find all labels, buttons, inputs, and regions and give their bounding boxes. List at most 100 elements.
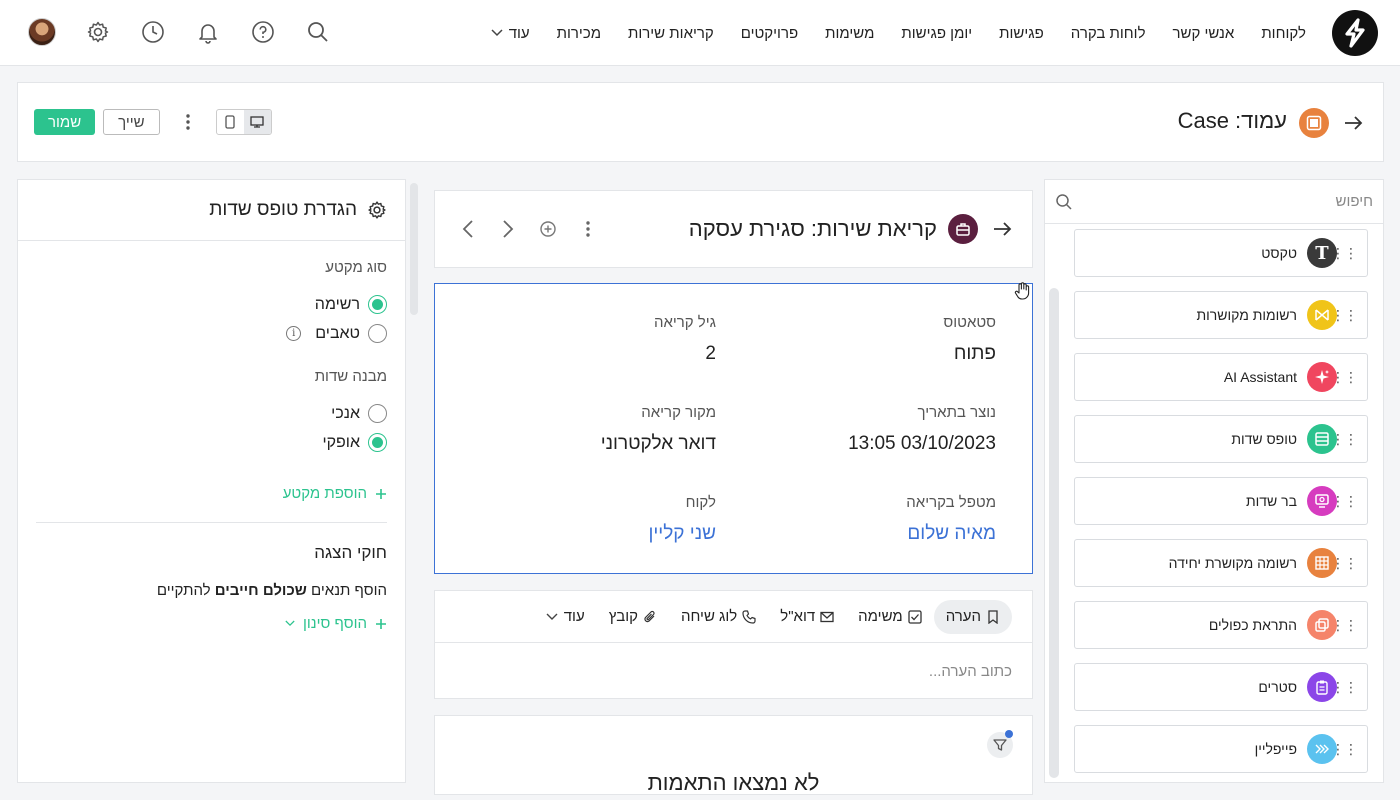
nav-item-calendar[interactable]: יומן פגישות: [901, 25, 972, 42]
drag-handle-icon[interactable]: ⋮⋮: [1331, 742, 1358, 756]
field-assignee: מטפל בקריאה מאיה שלום: [718, 494, 996, 584]
empty-state-text: לא נמצאו התאמות: [647, 770, 820, 795]
rules-desc-bold: שכולם חייבים: [214, 582, 307, 599]
nav-item-projects[interactable]: פרויקטים: [741, 25, 798, 42]
nav-item-tasks[interactable]: משימות: [825, 25, 874, 42]
help-icon[interactable]: [250, 19, 276, 45]
tab-task[interactable]: משימה: [846, 600, 934, 634]
drag-handle-icon[interactable]: ⋮⋮: [1331, 494, 1358, 508]
page-actions: שמור שייך: [34, 109, 272, 135]
canvas-scrollbar[interactable]: [406, 179, 420, 783]
radio-label: רשימה: [314, 295, 360, 313]
drag-handle-icon[interactable]: ⋮⋮: [1331, 432, 1358, 446]
tab-label: לוג שיחה: [680, 608, 738, 625]
assign-button[interactable]: שייך: [103, 109, 160, 135]
mobile-view-icon[interactable]: [217, 110, 244, 134]
save-button[interactable]: שמור: [34, 109, 96, 135]
tab-email[interactable]: דוא"ל: [768, 600, 846, 634]
nav-item-dashboards[interactable]: לוחות בקרה: [1071, 25, 1146, 42]
component-label: טופס שדות: [1231, 431, 1297, 447]
component-pipeline[interactable]: ⋮⋮ פייפליין: [1074, 725, 1368, 773]
gear-icon[interactable]: [85, 19, 111, 45]
chevron-left-icon[interactable]: [457, 217, 479, 241]
field-value[interactable]: 2: [438, 343, 716, 365]
nav-item-customers[interactable]: לקוחות: [1261, 25, 1306, 42]
component-label: סטרים: [1258, 679, 1297, 695]
settings-title: הגדרת טופס שדות: [209, 199, 357, 220]
fields-form-widget[interactable]: סטאטוס פתוח נוצר בתאריך 03/10/2023 13:05…: [434, 283, 1033, 574]
more-options-icon[interactable]: [178, 109, 198, 135]
drag-handle-icon[interactable]: ⋮⋮: [1331, 246, 1358, 260]
nav-item-meetings[interactable]: פגישות: [999, 25, 1044, 42]
component-label: התראת כפולים: [1208, 617, 1297, 633]
note-input[interactable]: כתוב הערה...: [435, 643, 1032, 699]
add-circle-icon[interactable]: [537, 217, 559, 241]
radio-button-selected[interactable]: [368, 295, 387, 314]
back-arrow-icon[interactable]: [990, 217, 1014, 241]
field-value[interactable]: דואר אלקטרוני: [438, 433, 716, 455]
radio-button-selected[interactable]: [368, 433, 387, 452]
add-filter-link[interactable]: הוסף סינון: [36, 615, 387, 632]
component-fields-bar[interactable]: ⋮⋮ בר שדות: [1074, 477, 1368, 525]
components-scrollbar[interactable]: [1049, 232, 1059, 780]
tab-note[interactable]: הערה: [933, 599, 1012, 634]
field-value-link[interactable]: מאיה שלום: [718, 523, 996, 545]
nav-item-sales[interactable]: מכירות: [557, 25, 601, 42]
component-fields-form[interactable]: ⋮⋮ טופס שדות: [1074, 415, 1368, 463]
text-icon: T: [1307, 238, 1337, 268]
bell-icon[interactable]: [195, 19, 221, 45]
filter-icon[interactable]: [987, 730, 1013, 758]
drag-handle-icon[interactable]: ⋮⋮: [1331, 618, 1358, 632]
tab-label: עוד: [563, 608, 585, 625]
more-options-icon[interactable]: [577, 217, 599, 241]
drag-handle-icon[interactable]: ⋮⋮: [1331, 308, 1358, 322]
envelope-icon: [820, 610, 834, 624]
settings-header: הגדרת טופס שדות: [18, 180, 405, 241]
clock-icon[interactable]: [140, 19, 166, 45]
component-stream[interactable]: ⋮⋮ סטרים: [1074, 663, 1368, 711]
rules-desc-suffix: להתקיים: [156, 582, 211, 599]
add-section-link[interactable]: הוספת מקטע: [36, 485, 387, 502]
drag-handle-icon[interactable]: ⋮⋮: [1331, 556, 1358, 570]
filter-active-dot: [1005, 730, 1013, 738]
component-text[interactable]: ⋮⋮ T טקסט: [1074, 229, 1368, 277]
nav-item-contacts[interactable]: אנשי קשר: [1173, 25, 1235, 42]
chevron-right-icon[interactable]: [497, 217, 519, 241]
app-logo[interactable]: [1332, 10, 1378, 56]
component-single-linked-record[interactable]: ⋮⋮ רשומה מקושרת יחידה: [1074, 539, 1368, 587]
radio-button[interactable]: [368, 324, 387, 343]
radio-vertical[interactable]: אנכי: [36, 399, 387, 428]
component-duplicate-alert[interactable]: ⋮⋮ התראת כפולים: [1074, 601, 1368, 649]
field-value[interactable]: פתוח: [718, 343, 996, 365]
nav-item-service-calls[interactable]: קריאות שירות: [628, 25, 714, 42]
component-linked-records[interactable]: ⋮⋮ רשומות מקושרות: [1074, 291, 1368, 339]
record-header: קריאת שירות: סגירת עסקה: [434, 190, 1033, 268]
radio-list[interactable]: רשימה: [36, 290, 387, 319]
gear-icon: [368, 201, 386, 219]
tab-more[interactable]: עוד: [533, 600, 597, 634]
field-value[interactable]: 03/10/2023 13:05: [718, 433, 996, 455]
radio-tabs[interactable]: טאבים i: [36, 319, 387, 348]
radio-horizontal[interactable]: אופקי: [36, 428, 387, 457]
desktop-view-icon[interactable]: [243, 110, 271, 134]
tab-call-log[interactable]: לוג שיחה: [669, 600, 768, 634]
plus-icon: [376, 618, 386, 629]
stream-widget: לא נמצאו התאמות: [434, 715, 1033, 795]
field-created-date: נוצר בתאריך 03/10/2023 13:05: [718, 404, 996, 494]
back-arrow-icon[interactable]: [1341, 111, 1365, 135]
checkbox-icon: [908, 609, 922, 624]
nav-more-menu[interactable]: עוד: [491, 25, 530, 42]
component-ai-assistant[interactable]: ⋮⋮ AI Assistant: [1074, 353, 1368, 401]
radio-button[interactable]: [368, 404, 387, 423]
search-icon[interactable]: [1055, 193, 1073, 211]
tab-file[interactable]: קובץ: [597, 600, 669, 634]
info-icon[interactable]: i: [286, 326, 302, 341]
field-value-link[interactable]: שני קליין: [438, 523, 716, 545]
settings-body: סוג מקטע רשימה טאבים i מבנה שדות אנכי או…: [18, 241, 405, 632]
drag-handle-icon[interactable]: ⋮⋮: [1331, 370, 1358, 384]
avatar[interactable]: [28, 18, 56, 46]
drag-handle-icon[interactable]: ⋮⋮: [1331, 680, 1358, 694]
logo-bolt-icon: [1345, 18, 1365, 48]
search-icon[interactable]: [305, 19, 331, 45]
components-search-input[interactable]: [1103, 193, 1373, 210]
